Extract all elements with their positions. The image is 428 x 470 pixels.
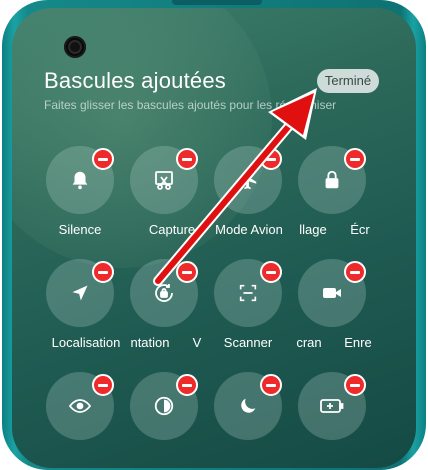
remove-capture-button[interactable] [176,148,198,170]
tile-label: cran [296,335,322,350]
tile-label: ntation [130,335,170,350]
remove-rotation-button[interactable] [176,261,198,283]
remove-screen-record-button[interactable] [344,261,366,283]
remove-dark-mode-button[interactable] [260,374,282,396]
front-camera [64,36,86,58]
tile-label: llage [299,222,327,237]
remove-airplane-button[interactable] [260,148,282,170]
page-title: Bascules ajoutées [44,68,226,93]
remove-eye-button[interactable] [92,374,114,396]
remove-battery-saver-button[interactable] [344,374,366,396]
tile-label: Silence [58,222,102,237]
tile-label: Localisation [51,335,121,350]
tile-label: Mode Avion [215,222,283,237]
tile-label: V [192,335,202,350]
tile-label: Enre [344,335,372,350]
page-subtitle: Faites glisser les bascules ajoutés pour… [44,98,337,112]
phone-top-edge [172,0,262,5]
remove-silence-button[interactable] [92,148,114,170]
tile-label: Scanner [223,335,273,350]
tile-label: Capture [148,222,196,237]
remove-lock-button[interactable] [344,148,366,170]
done-button[interactable]: Terminé [317,69,379,93]
remove-location-button[interactable] [92,261,114,283]
tile-label: Écr [350,222,370,237]
remove-scanner-button[interactable] [260,261,282,283]
remove-contrast-button[interactable] [176,374,198,396]
